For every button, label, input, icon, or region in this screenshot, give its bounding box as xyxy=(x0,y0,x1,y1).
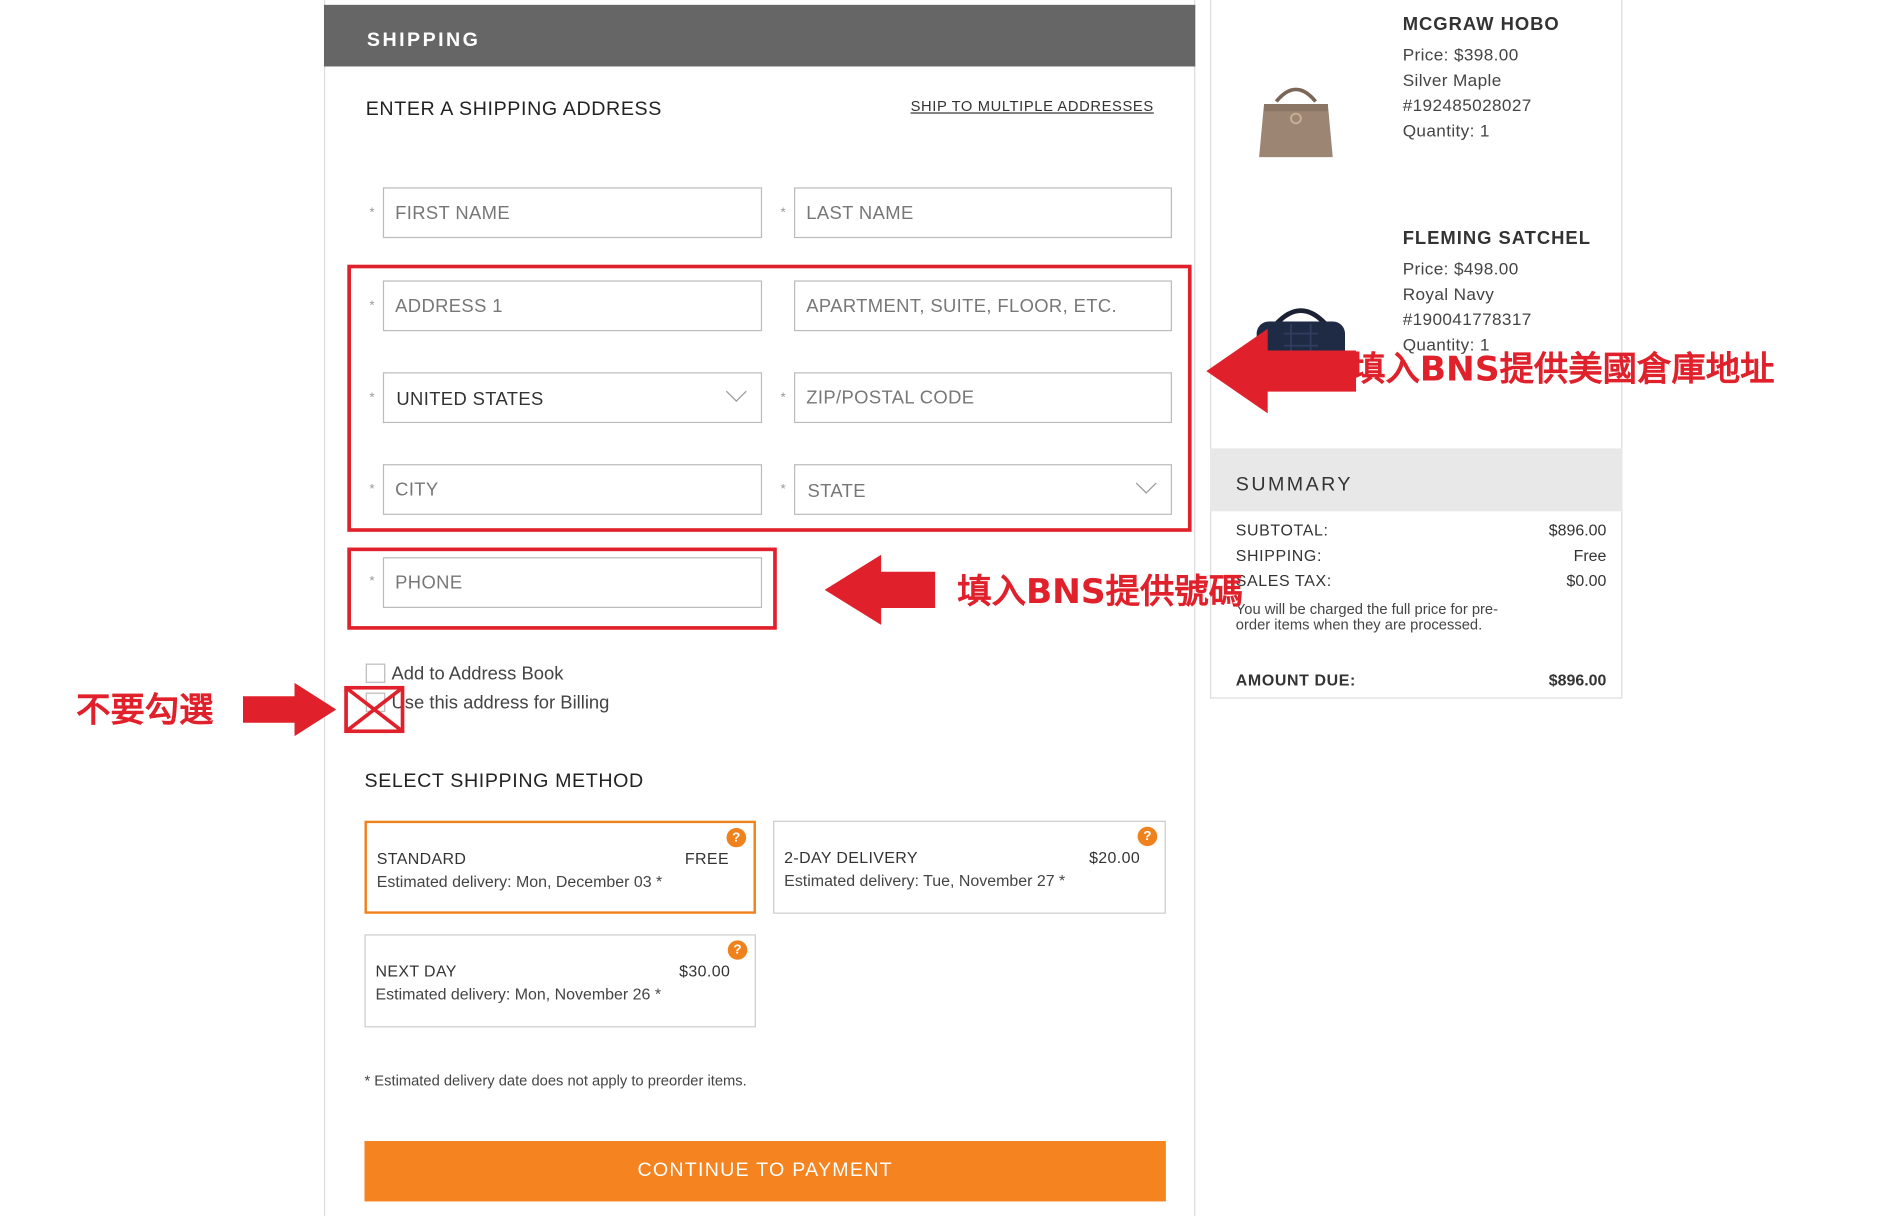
preorder-note: You will be charged the full price for p… xyxy=(1235,600,1499,634)
billing-label: Use this address for Billing xyxy=(391,692,610,714)
state-select[interactable]: STATE xyxy=(793,464,1172,515)
method-name: NEXT DAY xyxy=(375,962,457,981)
amount-due-value: $896.00 xyxy=(1548,670,1607,689)
method-2day[interactable]: 2-DAY DELIVERY $20.00 Estimated delivery… xyxy=(773,820,1166,914)
state-placeholder: STATE xyxy=(807,481,866,502)
method-estimate: Estimated delivery: Mon, December 03 * xyxy=(376,872,663,891)
footnote: * Estimated delivery date does not apply… xyxy=(364,1072,747,1090)
address1-input[interactable] xyxy=(384,281,761,330)
last-name-input[interactable] xyxy=(795,188,1171,237)
method-next-day[interactable]: NEXT DAY $30.00 Estimated delivery: Mon,… xyxy=(364,934,756,1028)
subtotal-value: $896.00 xyxy=(1548,520,1607,540)
arrow-left-icon xyxy=(1206,328,1357,414)
product-qty: Quantity: 1 xyxy=(1402,120,1490,141)
first-name-field[interactable] xyxy=(382,187,763,239)
subtotal-label: SUBTOTAL: xyxy=(1235,520,1329,540)
zip-input[interactable] xyxy=(795,373,1171,422)
method-title: SELECT SHIPPING METHOD xyxy=(364,771,644,792)
required-mark: * xyxy=(369,205,375,220)
amount-due-label: AMOUNT DUE: xyxy=(1235,670,1356,689)
help-icon[interactable]: ? xyxy=(1137,826,1158,847)
arrow-left-icon xyxy=(824,554,936,625)
help-icon[interactable]: ? xyxy=(726,827,747,848)
continue-to-payment-button[interactable]: CONTINUE TO PAYMENT xyxy=(364,1141,1166,1202)
required-mark: * xyxy=(369,482,375,497)
product-name: MCGRAW HOBO xyxy=(1402,14,1560,36)
chevron-down-icon xyxy=(725,381,747,402)
required-mark: * xyxy=(780,390,786,405)
help-icon[interactable]: ? xyxy=(727,940,748,960)
last-name-field[interactable] xyxy=(793,187,1172,239)
address-annotation: 填入BNS提供美國倉庫地址 xyxy=(1351,349,1775,390)
tax-label: SALES TAX: xyxy=(1235,571,1332,590)
method-estimate: Estimated delivery: Tue, November 27 * xyxy=(784,871,1066,890)
method-estimate: Estimated delivery: Mon, November 26 * xyxy=(375,985,662,1004)
address1-field[interactable] xyxy=(382,280,763,332)
required-mark: * xyxy=(780,205,786,220)
section-title: ENTER A SHIPPING ADDRESS xyxy=(365,99,662,120)
required-mark: * xyxy=(369,298,375,314)
first-name-input[interactable] xyxy=(384,188,761,237)
hobo-bag-image xyxy=(1259,87,1333,158)
phone-field[interactable] xyxy=(382,557,763,608)
zip-field[interactable] xyxy=(793,372,1172,424)
city-field[interactable] xyxy=(382,464,763,515)
method-standard[interactable]: STANDARD FREE Estimated delivery: Mon, D… xyxy=(364,820,756,914)
no-check-annotation: 不要勾選 xyxy=(76,690,214,731)
shipping-value: Free xyxy=(1573,546,1607,565)
product-sku: #190041778317 xyxy=(1402,309,1532,329)
tax-value: $0.00 xyxy=(1566,571,1607,590)
add-to-book-checkbox[interactable] xyxy=(365,663,386,683)
address2-field[interactable] xyxy=(793,280,1172,332)
phone-annotation: 填入BNS提供號碼 xyxy=(957,571,1244,612)
method-name: 2-DAY DELIVERY xyxy=(784,848,918,867)
arrow-right-icon xyxy=(242,682,337,737)
product-color: Royal Navy xyxy=(1402,284,1495,304)
method-name: STANDARD xyxy=(376,849,467,868)
do-not-check-x-mark xyxy=(344,685,405,734)
method-price: $30.00 xyxy=(679,962,731,981)
required-mark: * xyxy=(369,574,375,589)
product-color: Silver Maple xyxy=(1402,70,1502,90)
shipping-header-title: SHIPPING xyxy=(366,30,481,51)
product-price: Price: $498.00 xyxy=(1402,258,1519,279)
phone-input[interactable] xyxy=(384,558,761,607)
method-price: $20.00 xyxy=(1089,848,1141,867)
shipping-header: SHIPPING xyxy=(323,4,1196,67)
add-to-book-label: Add to Address Book xyxy=(391,663,564,685)
required-mark: * xyxy=(780,482,786,497)
summary-header: SUMMARY xyxy=(1210,448,1623,512)
required-mark: * xyxy=(369,390,375,405)
summary-title: SUMMARY xyxy=(1235,475,1353,496)
country-value: UNITED STATES xyxy=(396,389,544,410)
chevron-down-icon xyxy=(1135,473,1157,494)
method-price: FREE xyxy=(684,849,729,868)
country-select[interactable]: UNITED STATES xyxy=(382,372,763,424)
city-input[interactable] xyxy=(384,465,761,514)
product-price: Price: $398.00 xyxy=(1402,44,1519,65)
product-name: FLEMING SATCHEL xyxy=(1402,228,1591,249)
ship-multiple-link[interactable]: SHIP TO MULTIPLE ADDRESSES xyxy=(911,98,1154,115)
product-sku: #192485028027 xyxy=(1402,95,1532,115)
address2-input[interactable] xyxy=(795,281,1171,330)
shipping-label: SHIPPING: xyxy=(1235,546,1323,565)
